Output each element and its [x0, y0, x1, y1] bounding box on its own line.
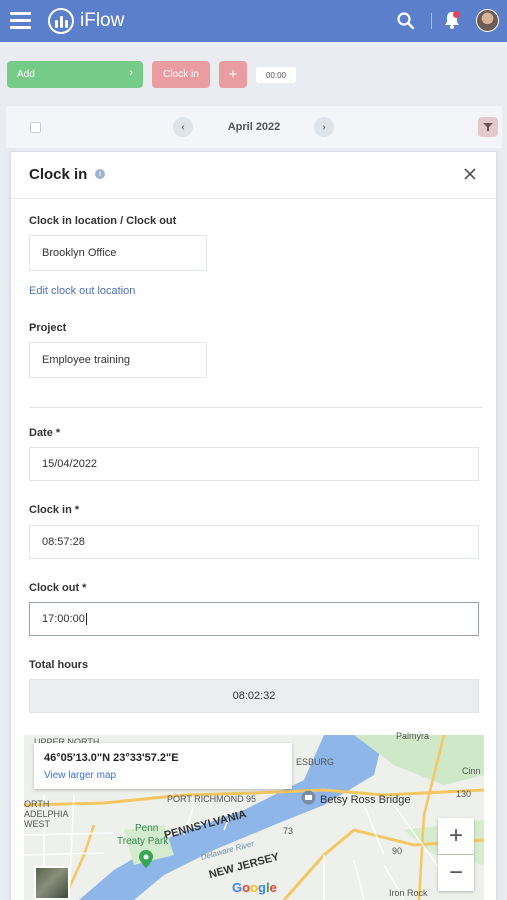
notification-dot	[453, 11, 460, 18]
clock-in-label: Clock in *	[29, 504, 80, 516]
timer-display: 00:00	[256, 67, 296, 83]
date-field[interactable]: 15/04/2022	[29, 447, 479, 481]
map-coordinates: 46°05'13.0"N 23°33'57.2"E	[44, 752, 179, 764]
map-label-palmyra: Palmyra	[396, 731, 430, 741]
location-field[interactable]: Brooklyn Office	[29, 235, 207, 271]
project-field[interactable]: Employee training	[29, 342, 207, 378]
clock-out-label: Clock out *	[29, 582, 87, 594]
iflow-logo-icon	[48, 8, 74, 34]
search-icon[interactable]	[396, 11, 416, 31]
route-95-shield: 95	[246, 794, 257, 804]
app-name: iFlow	[80, 10, 125, 31]
add-button-label: Add	[17, 69, 35, 80]
select-all-checkbox[interactable]	[30, 122, 41, 133]
user-avatar[interactable]	[476, 9, 499, 32]
map-label-treaty-park: Treaty Park	[117, 836, 169, 847]
route-130-shield: 130	[456, 789, 472, 799]
chevron-left-icon[interactable]: ‹	[173, 117, 193, 137]
google-logo: Google	[232, 880, 277, 895]
date-label: Date *	[29, 427, 61, 439]
landmark-icon	[301, 790, 316, 805]
chevron-right-icon: ›	[129, 67, 133, 79]
total-hours-label: Total hours	[29, 659, 89, 671]
edit-clock-out-location-link[interactable]: Edit clock out location	[29, 285, 135, 297]
date-value: 15/04/2022	[42, 458, 98, 470]
route-73-shield: 73	[283, 826, 294, 836]
zoom-out-button[interactable]: −	[438, 855, 474, 891]
clock-in-button[interactable]: Clock in	[152, 61, 210, 88]
map-pin-icon	[139, 850, 153, 868]
modal-title: Clock in	[29, 166, 88, 183]
location-value: Brooklyn Office	[42, 247, 117, 259]
text-cursor	[85, 613, 87, 625]
info-icon[interactable]: i	[95, 169, 105, 179]
map-label-port-richmond: PORT RICHMOND	[167, 794, 244, 804]
clock-in-value: 08:57:28	[42, 536, 85, 548]
section-divider	[29, 407, 483, 408]
map-label-iron-rock: Iron Rock	[389, 888, 428, 898]
map-label-betsy-ross-bridge: Betsy Ross Bridge	[320, 794, 411, 806]
route-90-shield: 90	[392, 846, 403, 856]
clock-out-field[interactable]: 17:00:00	[29, 602, 479, 636]
zoom-in-button[interactable]: +	[438, 818, 474, 854]
map-label-adelphia: ADELPHIA	[24, 809, 69, 819]
project-value: Employee training	[42, 354, 131, 366]
hamburger-menu-icon[interactable]	[10, 12, 31, 29]
top-bar-divider	[431, 13, 432, 29]
calendar-month: April 2022	[227, 121, 281, 133]
clock-out-value: 17:00:00	[42, 613, 85, 625]
view-larger-map-link[interactable]: View larger map	[44, 770, 116, 781]
map-info-card	[34, 743, 292, 789]
map-label-cinn: Cinn	[462, 766, 481, 776]
satellite-view-toggle[interactable]	[34, 866, 70, 900]
map-label-penn: Penn	[135, 823, 159, 834]
total-hours-value: 08:02:32	[232, 690, 276, 702]
chevron-right-icon[interactable]: ›	[314, 117, 334, 137]
plus-button[interactable]: +	[219, 61, 247, 88]
close-icon[interactable]	[462, 166, 478, 182]
map-label-west: WEST	[24, 819, 50, 829]
map-label-north: ORTH	[24, 799, 50, 809]
add-button[interactable]: Add ›	[7, 61, 143, 88]
total-hours-field: 08:02:32	[29, 679, 479, 713]
modal-header-divider	[11, 198, 496, 199]
project-label: Project	[29, 322, 67, 334]
location-label: Clock in location / Clock out	[29, 215, 177, 227]
filter-icon[interactable]	[478, 117, 498, 137]
clock-in-field[interactable]: 08:57:28	[29, 525, 479, 559]
map-label-esburg: ESBURG	[296, 757, 335, 767]
